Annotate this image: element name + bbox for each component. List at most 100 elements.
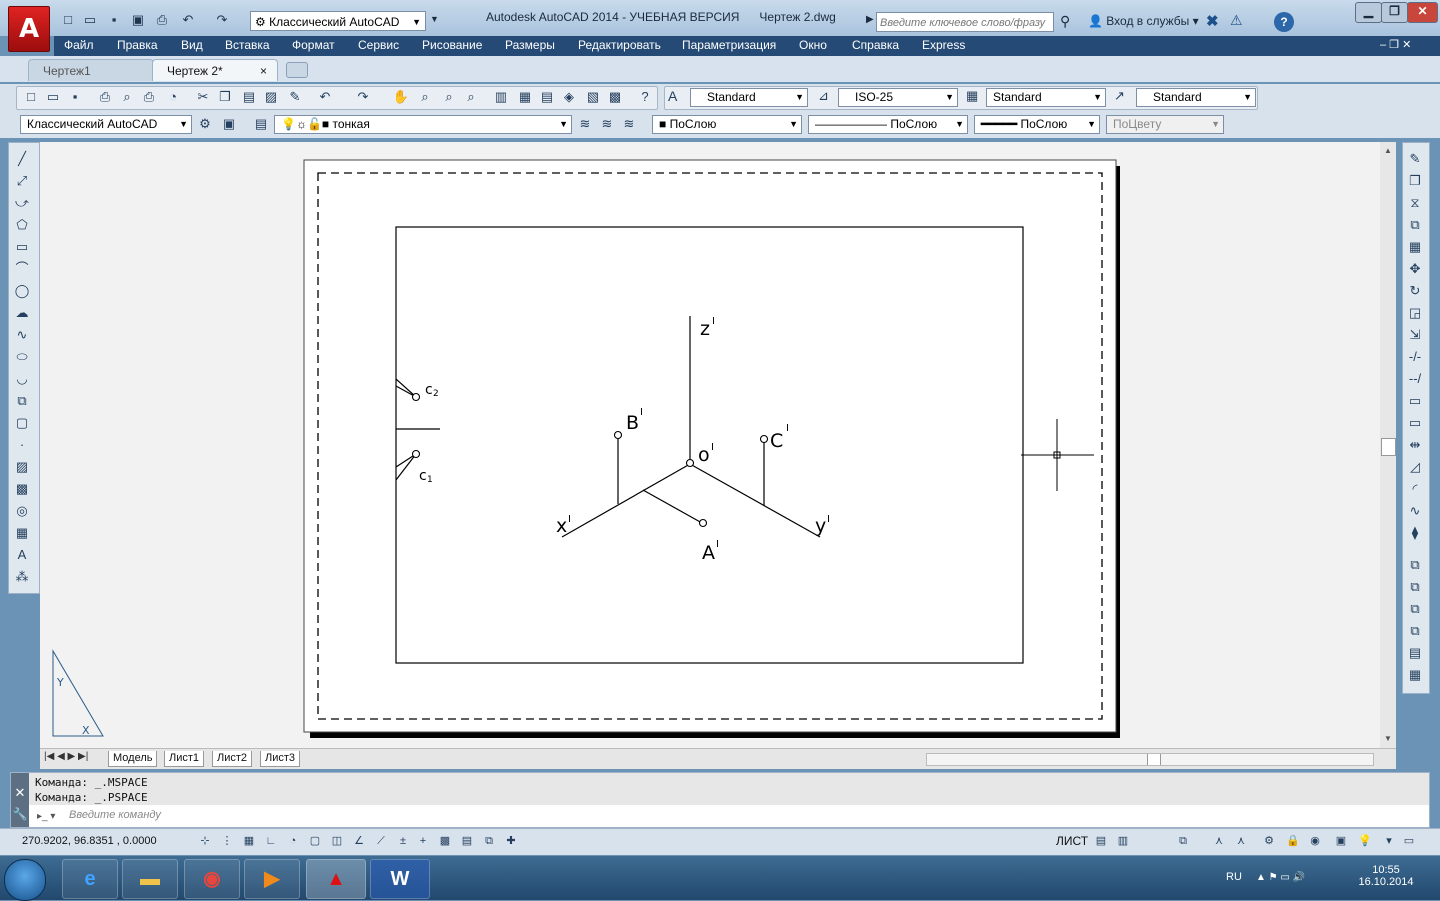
zoom-realtime-icon[interactable]: ⌕ bbox=[416, 88, 434, 106]
gradient-icon[interactable]: ▩ bbox=[13, 480, 31, 498]
plot-icon[interactable]: ⎙ bbox=[154, 12, 170, 28]
new-icon[interactable]: □ bbox=[22, 88, 40, 106]
send-under-icon[interactable]: ⧉ bbox=[1406, 622, 1424, 640]
ie-icon[interactable]: e bbox=[62, 859, 118, 899]
break-icon[interactable]: ▭ bbox=[1406, 414, 1424, 432]
polar-tracking-icon[interactable]: ◔ bbox=[284, 832, 302, 850]
tool-palettes-icon[interactable]: ▤ bbox=[538, 88, 556, 106]
word-icon[interactable]: W bbox=[370, 859, 430, 899]
join-icon[interactable]: ⇹ bbox=[1406, 436, 1424, 454]
add-selected-icon[interactable]: ⁂ bbox=[13, 568, 31, 586]
point-icon[interactable]: · bbox=[13, 436, 31, 454]
plotstyle-dropdown[interactable]: ПоЦвету ▼ bbox=[1106, 115, 1224, 134]
media-player-icon[interactable]: ▶ bbox=[244, 859, 300, 899]
dynamic-input-icon[interactable]: ± bbox=[394, 832, 412, 850]
arc-icon[interactable]: ⌒ bbox=[13, 260, 31, 278]
menu-item[interactable]: Редактировать bbox=[578, 38, 661, 52]
table-icon[interactable]: ▦ bbox=[13, 524, 31, 542]
mtext-icon[interactable]: A bbox=[13, 546, 31, 564]
make-block-icon[interactable]: ▢ bbox=[13, 414, 31, 432]
mleader-style-dropdown[interactable]: Standard ▼ bbox=[1136, 88, 1256, 107]
trim-icon[interactable]: -/- bbox=[1406, 348, 1424, 366]
layer-properties-icon[interactable]: ▤ bbox=[252, 115, 270, 133]
minimize-button[interactable]: ▁ bbox=[1355, 2, 1382, 23]
insert-block-icon[interactable]: ⧉ bbox=[13, 392, 31, 410]
quick-view-layouts-icon[interactable]: ▥ bbox=[1114, 832, 1132, 850]
grid-display-icon[interactable]: ▦ bbox=[240, 832, 258, 850]
horizontal-scroll-thumb[interactable] bbox=[1147, 754, 1161, 765]
tab-drawing2[interactable]: Чертеж 2* × bbox=[152, 59, 278, 81]
doc-window-controls[interactable]: ‒ ❐ ✕ bbox=[1380, 38, 1411, 51]
tab-sheet2[interactable]: Лист2 bbox=[212, 751, 253, 767]
vertical-scrollbar[interactable]: ▲ ▼ bbox=[1380, 142, 1396, 748]
plot-icon[interactable]: ⎙ bbox=[96, 88, 114, 106]
rotate-icon[interactable]: ↻ bbox=[1406, 282, 1424, 300]
close-command-icon[interactable]: ✕ bbox=[11, 785, 29, 801]
selection-cycling-icon[interactable]: ⧉ bbox=[480, 832, 498, 850]
tab-sheet1[interactable]: Лист1 bbox=[164, 751, 205, 767]
rectangle-icon[interactable]: ▭ bbox=[13, 238, 31, 256]
undo-icon[interactable]: ↶ bbox=[180, 12, 196, 28]
paste-icon[interactable]: ▤ bbox=[240, 88, 258, 106]
menu-item[interactable]: Справка bbox=[852, 38, 899, 52]
fillet-icon[interactable]: ◜ bbox=[1406, 480, 1424, 498]
text-style-dropdown[interactable]: Standard ▼ bbox=[690, 88, 808, 107]
layer-states-icon[interactable]: ≋ bbox=[620, 115, 638, 133]
close-button[interactable]: ✕ bbox=[1407, 2, 1438, 23]
linetype-dropdown[interactable]: —————— ПоСлою ▼ bbox=[808, 115, 968, 134]
region-icon[interactable]: ◎ bbox=[13, 502, 31, 520]
blend-icon[interactable]: ∿ bbox=[1406, 502, 1424, 520]
array-icon[interactable]: ▦ bbox=[1406, 238, 1424, 256]
line-icon[interactable]: ╱ bbox=[13, 150, 31, 168]
save-icon[interactable]: ▪ bbox=[106, 12, 122, 28]
break-at-point-icon[interactable]: ▭ bbox=[1406, 392, 1424, 410]
layer-dropdown[interactable]: 💡☼🔓■ тонкая ▼ bbox=[274, 115, 572, 134]
publish-icon[interactable]: ⎙ bbox=[140, 88, 158, 106]
help-icon[interactable]: ? bbox=[1274, 12, 1294, 32]
erase-icon[interactable]: ✎ bbox=[1406, 150, 1424, 168]
annotation-scale-icon[interactable]: ⋏ bbox=[1210, 832, 1228, 850]
model-space-icon[interactable]: ▤ bbox=[1092, 832, 1110, 850]
workspace-toolbar-dropdown[interactable]: Классический AutoCAD ▼ bbox=[20, 115, 192, 134]
isolate-objects-icon[interactable]: ▣ bbox=[1332, 832, 1350, 850]
space-toggle[interactable]: ЛИСТ bbox=[1056, 834, 1088, 848]
spline-icon[interactable]: ∿ bbox=[13, 326, 31, 344]
hatch-icon[interactable]: ▨ bbox=[13, 458, 31, 476]
scroll-up-icon[interactable]: ▲ bbox=[1384, 146, 1392, 155]
menu-item[interactable]: Express bbox=[922, 38, 965, 52]
dim-style-dropdown[interactable]: ISO-25 ▼ bbox=[838, 88, 958, 107]
clock[interactable]: 10:55 16.10.2014 bbox=[1356, 864, 1416, 888]
quickcalc-icon[interactable]: ▩ bbox=[606, 88, 624, 106]
signin-button[interactable]: 👤 Вход в службы ▾ bbox=[1088, 14, 1199, 28]
offset-icon[interactable]: ⧉ bbox=[1406, 216, 1424, 234]
dim-style-icon[interactable]: ⊿ bbox=[818, 88, 829, 104]
mirror-icon[interactable]: ⧖ bbox=[1406, 194, 1424, 212]
extend-icon[interactable]: --/ bbox=[1406, 370, 1424, 388]
layer-previous-icon[interactable]: ≋ bbox=[598, 115, 616, 133]
menu-item[interactable]: Файл bbox=[64, 38, 94, 52]
ellipse-arc-icon[interactable]: ◡ bbox=[13, 370, 31, 388]
lineweight-toggle-icon[interactable]: + bbox=[414, 832, 432, 850]
copy-icon[interactable]: ❐ bbox=[216, 88, 234, 106]
menu-item[interactable]: Вид bbox=[181, 38, 203, 52]
color-dropdown[interactable]: ■ ПоСлою ▼ bbox=[652, 115, 802, 134]
pan-icon[interactable]: ✋ bbox=[392, 88, 410, 106]
open-icon[interactable]: ▭ bbox=[44, 88, 62, 106]
polygon-icon[interactable]: ⬠ bbox=[13, 216, 31, 234]
redo-icon[interactable]: ↷ bbox=[214, 12, 230, 28]
menu-item[interactable]: Вставка bbox=[225, 38, 270, 52]
copy-object-icon[interactable]: ❐ bbox=[1406, 172, 1424, 190]
make-current-layer-icon[interactable]: ≋ bbox=[576, 115, 594, 133]
infer-constraints-icon[interactable]: ⊹ bbox=[196, 832, 214, 850]
polyline-icon[interactable]: ⤻ bbox=[13, 194, 31, 212]
menu-item[interactable]: Сервис bbox=[358, 38, 399, 52]
design-center-icon[interactable]: ▦ bbox=[516, 88, 534, 106]
search-input[interactable]: Введите ключевое слово/фразу bbox=[876, 12, 1054, 32]
workspace-switch-icon[interactable]: ⚙ bbox=[1260, 832, 1278, 850]
otrack-icon[interactable]: ∠ bbox=[350, 832, 368, 850]
revision-cloud-icon[interactable]: ☁ bbox=[13, 304, 31, 322]
new-tab-icon[interactable] bbox=[286, 62, 308, 78]
layout-nav-icons[interactable]: |◀ ◀ ▶ ▶| bbox=[44, 751, 88, 762]
vertical-scroll-thumb[interactable] bbox=[1381, 438, 1396, 456]
annotation-monitor-icon[interactable]: ✚ bbox=[502, 832, 520, 850]
